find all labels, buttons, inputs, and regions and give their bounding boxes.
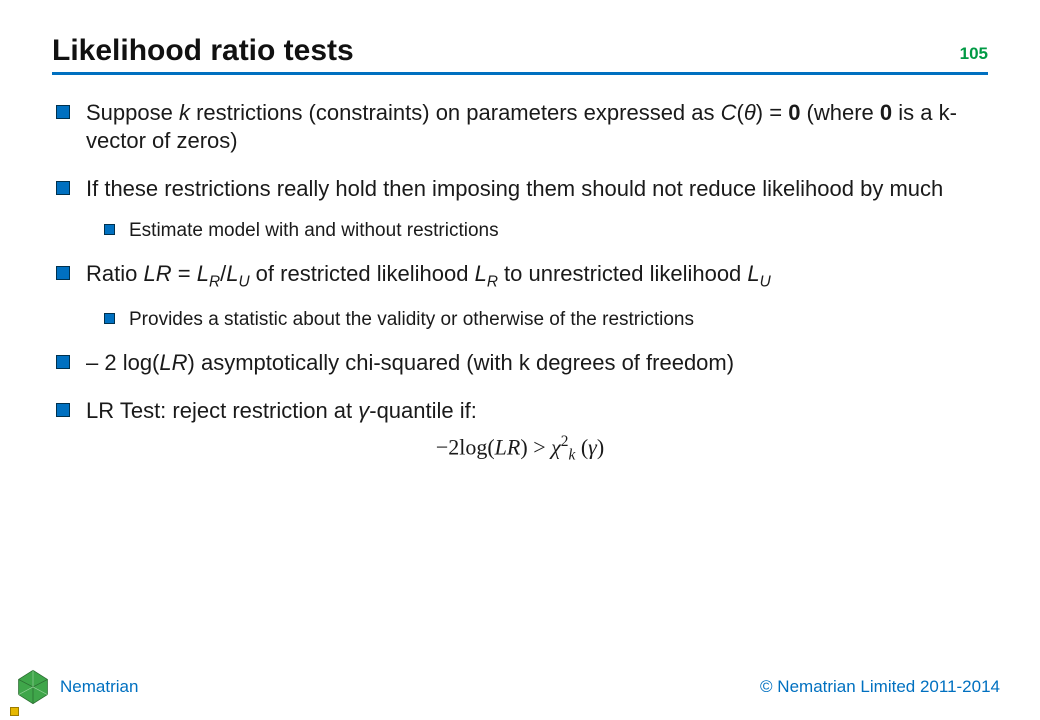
square-bullet-icon bbox=[104, 224, 115, 235]
square-bullet-icon bbox=[56, 403, 70, 417]
decorative-square-icon bbox=[10, 707, 19, 716]
header: Likelihood ratio tests 105 bbox=[52, 34, 988, 75]
footer: Nematrian © Nematrian Limited 2011-2014 bbox=[0, 666, 1040, 708]
sub-bullet-2-1: Estimate model with and without restrict… bbox=[104, 219, 988, 244]
bullet-1: Suppose k restrictions (constraints) on … bbox=[56, 99, 988, 155]
brand-block: Nematrian bbox=[14, 668, 138, 706]
bullet-1-text: Suppose k restrictions (constraints) on … bbox=[86, 99, 988, 155]
slide-title: Likelihood ratio tests bbox=[52, 34, 354, 68]
bullet-2-text: If these restrictions really hold then i… bbox=[86, 175, 943, 203]
sub-bullet-2-1-text: Estimate model with and without restrict… bbox=[129, 219, 499, 244]
bullet-list-cont2: – 2 log(LR) asymptotically chi-squared (… bbox=[52, 349, 988, 425]
square-bullet-icon bbox=[56, 355, 70, 369]
sub-bullet-3-1-text: Provides a statistic about the validity … bbox=[129, 308, 694, 333]
bullet-list-cont: Ratio LR = LR/LU of restricted likelihoo… bbox=[52, 260, 988, 292]
bullet-4: – 2 log(LR) asymptotically chi-squared (… bbox=[56, 349, 988, 377]
sub-bullet-list-1: Estimate model with and without restrict… bbox=[52, 219, 988, 244]
copyright-text: © Nematrian Limited 2011-2014 bbox=[760, 677, 1000, 697]
square-bullet-icon bbox=[56, 181, 70, 195]
bullet-5: LR Test: reject restriction at γ-quantil… bbox=[56, 397, 988, 425]
slide: Likelihood ratio tests 105 Suppose k res… bbox=[0, 0, 1040, 720]
brand-name: Nematrian bbox=[60, 677, 138, 697]
equation: −2log(LR) > χ2k (γ) bbox=[52, 433, 988, 465]
bullet-2: If these restrictions really hold then i… bbox=[56, 175, 988, 203]
page-number: 105 bbox=[960, 44, 988, 68]
sub-bullet-3-1: Provides a statistic about the validity … bbox=[104, 308, 988, 333]
sub-bullet-list-2: Provides a statistic about the validity … bbox=[52, 308, 988, 333]
logo-icon bbox=[14, 668, 52, 706]
bullet-5-text: LR Test: reject restriction at γ-quantil… bbox=[86, 397, 477, 425]
bullet-4-text: – 2 log(LR) asymptotically chi-squared (… bbox=[86, 349, 734, 377]
square-bullet-icon bbox=[56, 266, 70, 280]
bullet-3: Ratio LR = LR/LU of restricted likelihoo… bbox=[56, 260, 988, 292]
square-bullet-icon bbox=[104, 313, 115, 324]
bullet-list: Suppose k restrictions (constraints) on … bbox=[52, 99, 988, 203]
square-bullet-icon bbox=[56, 105, 70, 119]
bullet-3-text: Ratio LR = LR/LU of restricted likelihoo… bbox=[86, 260, 771, 292]
